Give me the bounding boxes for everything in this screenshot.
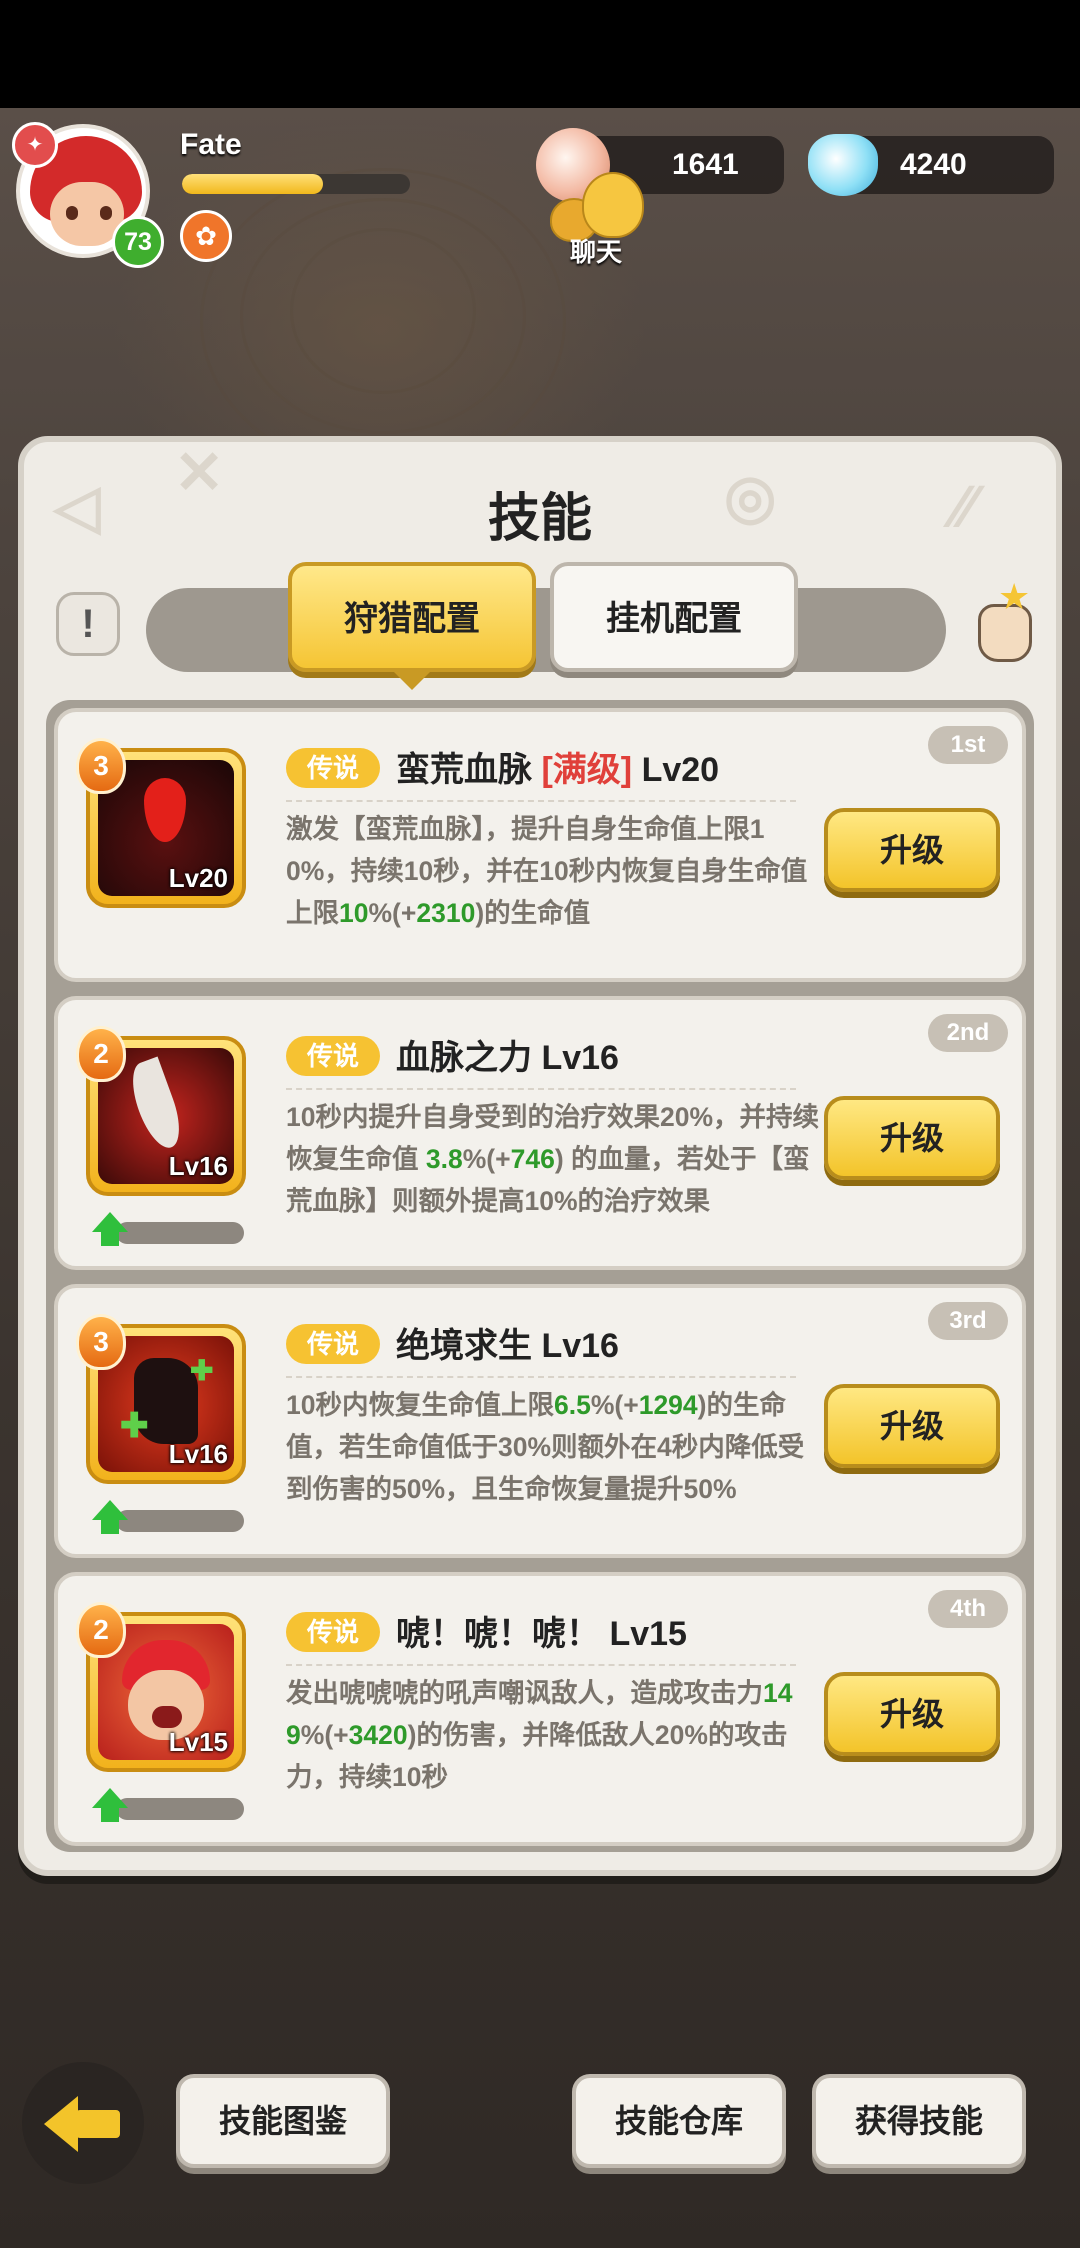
- skill-level: Lv15: [168, 1727, 228, 1757]
- sparkle-icon: ★: [998, 576, 1031, 617]
- upgrade-arrow-icon: [90, 1500, 130, 1540]
- skill-level: Lv16: [168, 1151, 228, 1181]
- auto-select-button[interactable]: ★: [970, 576, 1040, 662]
- skill-progress-bar: [116, 1510, 244, 1532]
- upgrade-button[interactable]: 升级: [824, 808, 1000, 892]
- player-avatar[interactable]: ✦ 73: [12, 122, 164, 268]
- skill-name: 血脉之力 Lv16: [396, 1039, 619, 1077]
- exp-bar-fill: [182, 174, 324, 194]
- chat-button[interactable]: 聊天: [548, 172, 668, 267]
- upgrade-button[interactable]: 升级: [824, 1096, 1000, 1180]
- tab-idle-config[interactable]: 挂机配置: [550, 562, 798, 672]
- upgrade-arrow-icon: [90, 1212, 130, 1252]
- skill-codex-button[interactable]: 技能图鉴: [176, 2074, 390, 2168]
- exp-bar: [182, 174, 410, 194]
- skills-panel: ◁ ✕ ◎ ∕∕ 技能 ! 狩猎配置 挂机配置 ★ 1st Lv20 3 传说 …: [18, 436, 1062, 1876]
- pearl-amount: 1641: [672, 148, 739, 181]
- skill-card-4[interactable]: 4th Lv15 2 传说 唬！唬！唬！ Lv15 发出唬唬唬的吼声嘲讽敌人，造…: [54, 1572, 1026, 1846]
- rank-tag: 2nd: [928, 1014, 1008, 1052]
- rank-tag: 1st: [928, 726, 1008, 764]
- player-name: Fate: [180, 128, 242, 161]
- skill-progress-bar: [116, 1798, 244, 1820]
- upgrade-button[interactable]: 升级: [824, 1384, 1000, 1468]
- skill-progress-bar: [116, 1222, 244, 1244]
- skill-name: 唬！唬！唬！ Lv15: [396, 1615, 687, 1653]
- obtain-skill-button[interactable]: 获得技能: [812, 2074, 1026, 2168]
- skill-description: 发出唬唬唬的吼声嘲讽敌人，造成攻击力149%(+3420)的伤害，并降低敌人20…: [286, 1678, 793, 1792]
- rank-tag: 3rd: [928, 1302, 1008, 1340]
- upgrade-arrow-icon: [90, 1788, 130, 1828]
- grade-badge: 传说: [286, 1612, 380, 1652]
- crystal-amount: 4240: [900, 148, 967, 181]
- skill-card-2[interactable]: 2nd Lv16 2 传说 血脉之力 Lv16 10秒内提升自身受到的治疗效果2…: [54, 996, 1026, 1270]
- skill-description: 10秒内恢复生命值上限6.5%(+1294)的生命值，若生命值低于30%则额外在…: [286, 1390, 805, 1504]
- skill-warehouse-button[interactable]: 技能仓库: [572, 2074, 786, 2168]
- skill-description: 激发【蛮荒血脉】，提升自身生命值上限10%，持续10秒，并在10秒内恢复自身生命…: [286, 814, 808, 928]
- grade-badge: 传说: [286, 1036, 380, 1076]
- chat-face-icon: [582, 172, 644, 238]
- grade-badge: 传说: [286, 1324, 380, 1364]
- back-arrow-icon: [44, 2096, 78, 2152]
- crystal-icon: [808, 134, 878, 196]
- tab-pointer: [394, 672, 430, 690]
- skill-list: 1st Lv20 3 传说 蛮荒血脉 [满级] Lv20 激发【蛮荒血脉】，提升…: [46, 700, 1034, 1852]
- upgrade-button[interactable]: 升级: [824, 1672, 1000, 1756]
- skill-name: 绝境求生 Lv16: [396, 1327, 619, 1365]
- star-count-badge: 2: [76, 1602, 126, 1658]
- rank-tag: 4th: [928, 1590, 1008, 1628]
- skill-level: Lv16: [168, 1439, 228, 1469]
- back-button[interactable]: [22, 2062, 144, 2184]
- star-count-badge: 2: [76, 1026, 126, 1082]
- tab-track: [146, 588, 946, 672]
- star-count-badge: 3: [76, 1314, 126, 1370]
- player-level-badge: 73: [112, 216, 164, 268]
- star-count-badge: 3: [76, 738, 126, 794]
- info-button[interactable]: !: [56, 592, 120, 656]
- class-badge-icon: ✦: [12, 122, 58, 168]
- status-bar: [0, 0, 1080, 108]
- chat-label: 聊天: [570, 237, 623, 267]
- skill-level: Lv20: [168, 863, 228, 893]
- skill-description: 10秒内提升自身受到的治疗效果20%，并持续恢复生命值 3.8%(+746) 的…: [286, 1102, 820, 1216]
- skill-card-3[interactable]: 3rd ✚ ✚ Lv16 3 传说 绝境求生 Lv16 10秒内恢复生命值上限6…: [54, 1284, 1026, 1558]
- guild-icon[interactable]: ✿: [180, 210, 232, 262]
- page-title: 技能: [487, 490, 592, 548]
- skill-card-1[interactable]: 1st Lv20 3 传说 蛮荒血脉 [满级] Lv20 激发【蛮荒血脉】，提升…: [54, 708, 1026, 982]
- tab-hunting-config[interactable]: 狩猎配置: [288, 562, 536, 672]
- grade-badge: 传说: [286, 748, 380, 788]
- skill-name: 蛮荒血脉 [满级] Lv20: [396, 751, 720, 789]
